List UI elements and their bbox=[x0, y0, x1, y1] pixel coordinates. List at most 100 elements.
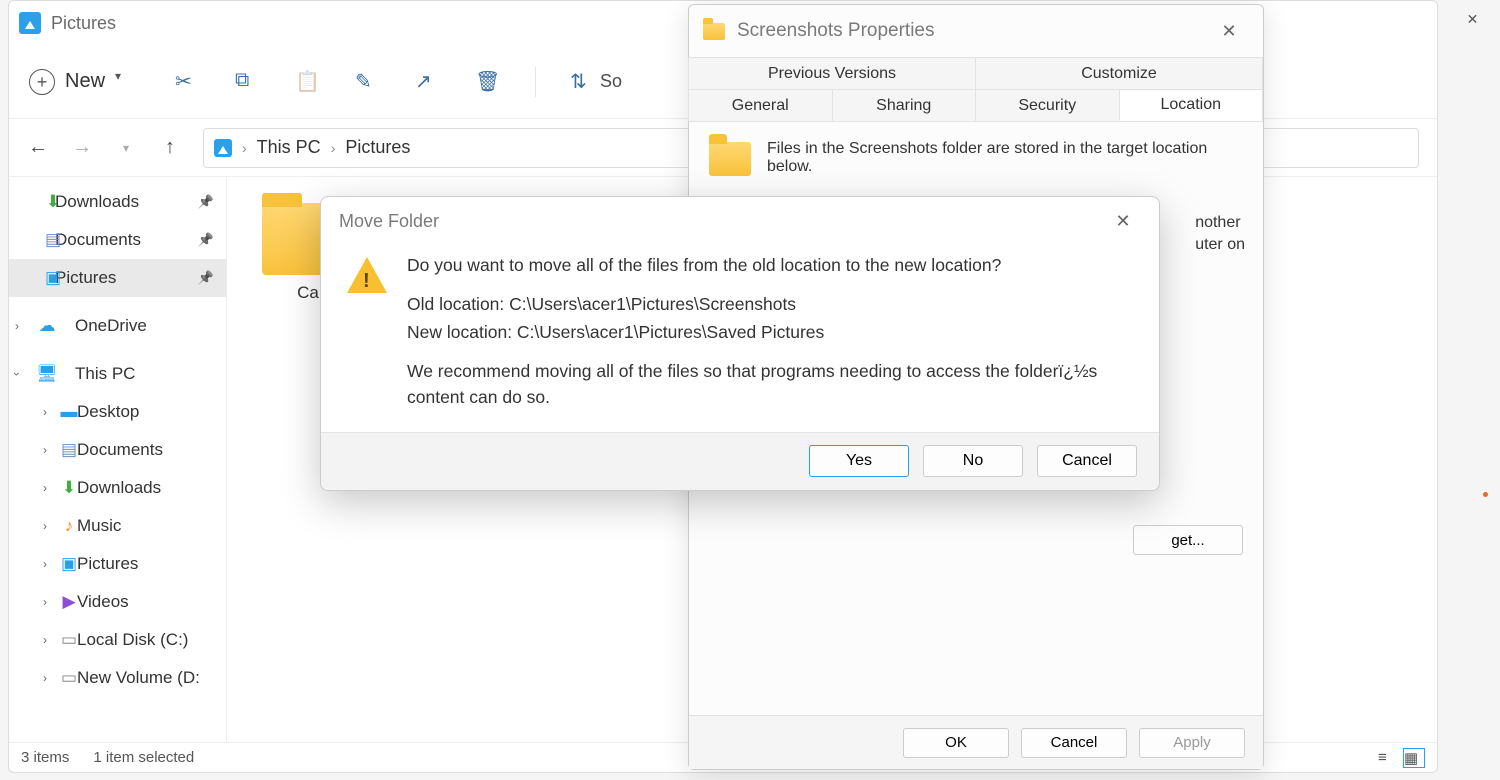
pictures-icon: ▣ bbox=[43, 268, 63, 288]
ok-button[interactable]: OK bbox=[903, 728, 1009, 758]
dialog-close-button[interactable]: ✕ bbox=[1105, 203, 1141, 239]
tab-previous-versions[interactable]: Previous Versions bbox=[688, 57, 976, 89]
sidebar-item-desktop[interactable]: › ▬ Desktop bbox=[9, 393, 226, 431]
chevron-right-icon: › bbox=[43, 633, 47, 647]
breadcrumb-sep: › bbox=[242, 140, 247, 156]
chevron-right-icon: › bbox=[43, 405, 47, 419]
addr-pictures-icon bbox=[214, 139, 232, 157]
sidebar-item-pictures[interactable]: › ▣ Pictures bbox=[9, 545, 226, 583]
folder-icon bbox=[703, 23, 725, 40]
location-description: Files in the Screenshots folder are stor… bbox=[767, 140, 1243, 176]
sidebar-item-downloads-quick[interactable]: ⬇ Downloads bbox=[9, 183, 226, 221]
sidebar-label: Downloads bbox=[55, 192, 139, 212]
dialog-titlebar[interactable]: Move Folder ✕ bbox=[321, 197, 1159, 245]
sidebar-label: Desktop bbox=[77, 402, 139, 422]
details-view-button[interactable]: ≡ bbox=[1377, 748, 1399, 768]
forward-button[interactable]: → bbox=[71, 136, 93, 159]
chevron-right-icon: › bbox=[15, 319, 19, 333]
breadcrumb-thispc[interactable]: This PC bbox=[257, 137, 321, 158]
chevron-down-icon: ▾ bbox=[115, 69, 141, 95]
share-button[interactable]: ↗ bbox=[415, 69, 441, 95]
status-selected-count: 1 item selected bbox=[93, 749, 194, 766]
sidebar-item-music[interactable]: › ♪ Music bbox=[9, 507, 226, 545]
new-button-label: New bbox=[65, 70, 105, 93]
icons-view-button[interactable]: ▦ bbox=[1403, 748, 1425, 768]
sidebar-label: New Volume (D: bbox=[77, 668, 200, 688]
dialog-title-text: Move Folder bbox=[339, 211, 439, 232]
sidebar-item-onedrive[interactable]: › ☁ OneDrive bbox=[9, 307, 226, 345]
warning-icon bbox=[347, 257, 387, 297]
stray-dot bbox=[1483, 492, 1488, 497]
chevron-right-icon: › bbox=[43, 481, 47, 495]
move-folder-dialog: Move Folder ✕ Do you want to move all of… bbox=[320, 196, 1160, 491]
cancel-button[interactable]: Cancel bbox=[1021, 728, 1127, 758]
properties-footer: OK Cancel Apply bbox=[689, 715, 1263, 769]
video-icon: ▶ bbox=[59, 592, 79, 612]
sidebar-item-videos[interactable]: › ▶ Videos bbox=[9, 583, 226, 621]
tab-sharing[interactable]: Sharing bbox=[832, 89, 977, 121]
sidebar-label: Downloads bbox=[77, 478, 161, 498]
properties-close-button[interactable]: ✕ bbox=[1209, 11, 1249, 51]
sidebar-item-documents-quick[interactable]: ▤ Documents bbox=[9, 221, 226, 259]
tab-general[interactable]: General bbox=[688, 89, 833, 121]
rename-button[interactable]: ✎ bbox=[355, 69, 381, 95]
sort-icon: ⇅ bbox=[570, 69, 596, 95]
toolbar-divider bbox=[535, 67, 536, 97]
sidebar-item-thispc[interactable]: › 🖥 This PC bbox=[9, 355, 226, 393]
sidebar-item-local-disk-c[interactable]: › ▭ Local Disk (C:) bbox=[9, 621, 226, 659]
copy-button[interactable]: ⧉ bbox=[235, 69, 261, 95]
recent-locations-button[interactable]: ▾ bbox=[115, 141, 137, 155]
download-icon: ⬇ bbox=[43, 192, 63, 212]
sidebar-label: Local Disk (C:) bbox=[77, 630, 188, 650]
no-button[interactable]: No bbox=[923, 445, 1023, 477]
chevron-down-icon: › bbox=[10, 372, 24, 376]
properties-titlebar[interactable]: Screenshots Properties ✕ bbox=[689, 5, 1263, 57]
share-icon: ↗ bbox=[415, 69, 441, 95]
music-icon: ♪ bbox=[59, 516, 79, 536]
sidebar-label: Documents bbox=[55, 230, 141, 250]
paste-icon: 📋 bbox=[295, 69, 321, 95]
sidebar-item-new-volume-d[interactable]: › ▭ New Volume (D: bbox=[9, 659, 226, 697]
dialog-footer: Yes No Cancel bbox=[321, 432, 1159, 490]
sort-button[interactable]: ⇅ So bbox=[570, 69, 622, 95]
back-button[interactable]: ← bbox=[27, 136, 49, 159]
scissors-icon: ✂ bbox=[175, 69, 201, 95]
tab-location[interactable]: Location bbox=[1119, 89, 1264, 121]
drive-icon: ▭ bbox=[59, 668, 79, 688]
pictures-icon: ▣ bbox=[59, 554, 79, 574]
sidebar-label: Documents bbox=[77, 440, 163, 460]
folder-label: Ca bbox=[297, 283, 319, 303]
tab-customize[interactable]: Customize bbox=[975, 57, 1263, 89]
sidebar-label: This PC bbox=[75, 364, 135, 384]
cloud-icon: ☁ bbox=[37, 316, 57, 336]
dialog-text: Do you want to move all of the files fro… bbox=[407, 253, 1133, 410]
sidebar-label: Music bbox=[77, 516, 121, 536]
delete-button[interactable]: 🗑 bbox=[475, 69, 501, 95]
sidebar-label: Pictures bbox=[55, 268, 116, 288]
tab-security[interactable]: Security bbox=[975, 89, 1120, 121]
sidebar-item-downloads[interactable]: › ⬇ Downloads bbox=[9, 469, 226, 507]
monitor-icon: 🖥 bbox=[37, 364, 57, 384]
apply-button[interactable]: Apply bbox=[1139, 728, 1245, 758]
yes-button[interactable]: Yes bbox=[809, 445, 909, 477]
paste-button[interactable]: 📋 bbox=[295, 69, 321, 95]
dialog-new-location: New location: C:\Users\acer1\Pictures\Sa… bbox=[407, 320, 1133, 345]
nav-sidebar: ⬇ Downloads ▤ Documents ▣ Pictures › ☁ O… bbox=[9, 177, 227, 742]
dialog-cancel-button[interactable]: Cancel bbox=[1037, 445, 1137, 477]
find-target-button[interactable]: get... bbox=[1133, 525, 1243, 555]
bg-close-button[interactable]: ✕ bbox=[1445, 0, 1500, 38]
chevron-right-icon: › bbox=[43, 557, 47, 571]
desktop-icon: ▬ bbox=[59, 402, 79, 422]
sidebar-label: Pictures bbox=[77, 554, 138, 574]
sidebar-item-documents[interactable]: › ▤ Documents bbox=[9, 431, 226, 469]
chevron-right-icon: › bbox=[43, 519, 47, 533]
drive-icon: ▭ bbox=[59, 630, 79, 650]
dialog-old-location: Old location: C:\Users\acer1\Pictures\Sc… bbox=[407, 292, 1133, 317]
sidebar-item-pictures-quick[interactable]: ▣ Pictures bbox=[9, 259, 226, 297]
breadcrumb-current[interactable]: Pictures bbox=[345, 137, 410, 158]
up-button[interactable]: ↑ bbox=[159, 136, 181, 159]
explorer-title-text: Pictures bbox=[51, 13, 116, 34]
new-button[interactable]: + New ▾ bbox=[29, 69, 141, 95]
sidebar-label: Videos bbox=[77, 592, 129, 612]
cut-button[interactable]: ✂ bbox=[175, 69, 201, 95]
